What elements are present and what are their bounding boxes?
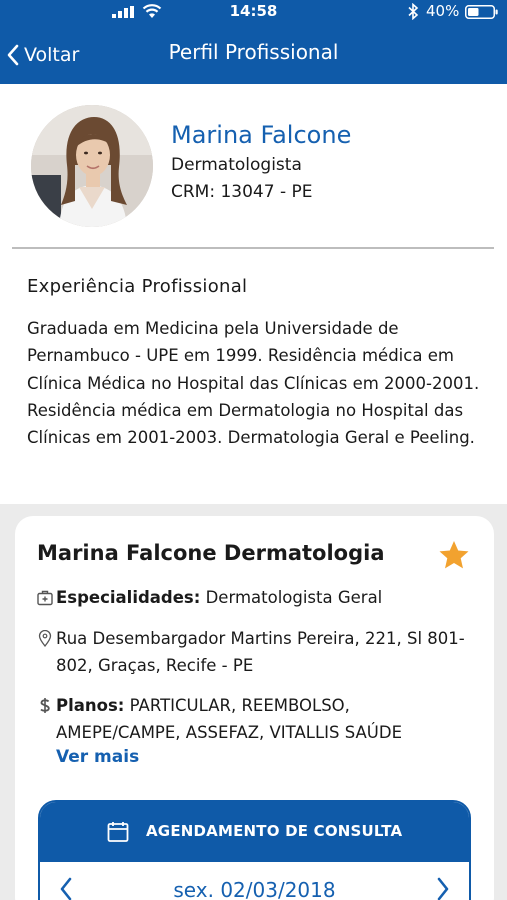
specialties-label: Especialidades: <box>56 588 201 607</box>
clinic-name: Marina Falcone Dermatologia <box>37 541 385 565</box>
chevron-right-icon[interactable] <box>435 876 451 900</box>
specialties-row: Especialidades: Dermatologista Geral <box>37 584 477 611</box>
doctor-photo <box>31 105 153 227</box>
selected-date: sex. 02/03/2018 <box>173 878 336 900</box>
bluetooth-icon <box>408 3 419 20</box>
navigation-bar: Voltar Perfil Profissional <box>0 24 507 84</box>
address-row: Rua Desembargador Martins Pereira, 221, … <box>37 625 477 679</box>
clinic-card: Marina Falcone Dermatologia Especialidad… <box>15 516 494 900</box>
favorite-star-icon[interactable] <box>438 540 470 570</box>
battery-percentage: 40% <box>426 2 460 20</box>
doctor-specialty: Dermatologista <box>171 155 302 175</box>
plans-row: Planos: PARTICULAR, REEMBOLSO, AMEPE/CAM… <box>37 692 477 746</box>
calendar-icon <box>107 822 129 842</box>
plans-label: Planos: <box>56 696 125 715</box>
avatar <box>31 105 153 227</box>
dollar-icon <box>40 698 50 713</box>
profile-section: Marina Falcone Dermatologista CRM: 13047… <box>0 84 507 504</box>
medical-bag-icon <box>37 590 53 606</box>
location-pin-icon <box>38 630 52 647</box>
battery-icon <box>465 5 498 19</box>
see-more-link[interactable]: Ver mais <box>56 747 139 767</box>
scheduling-title: AGENDAMENTO DE CONSULTA <box>146 822 403 840</box>
experience-title: Experiência Profissional <box>27 276 248 297</box>
divider <box>12 247 494 249</box>
doctor-name: Marina Falcone <box>171 121 352 149</box>
page-title: Perfil Profissional <box>168 40 339 64</box>
scheduling-panel: AGENDAMENTO DE CONSULTA sex. 02/03/2018 <box>38 800 471 900</box>
experience-text: Graduada em Medicina pela Universidade d… <box>27 319 480 448</box>
scheduling-header[interactable]: AGENDAMENTO DE CONSULTA <box>40 802 469 862</box>
status-bar: 14:58 40% <box>0 0 507 24</box>
specialties-value: Dermatologista Geral <box>205 588 383 607</box>
clinic-address: Rua Desembargador Martins Pereira, 221, … <box>56 629 465 675</box>
doctor-crm: CRM: 13047 - PE <box>171 182 313 202</box>
